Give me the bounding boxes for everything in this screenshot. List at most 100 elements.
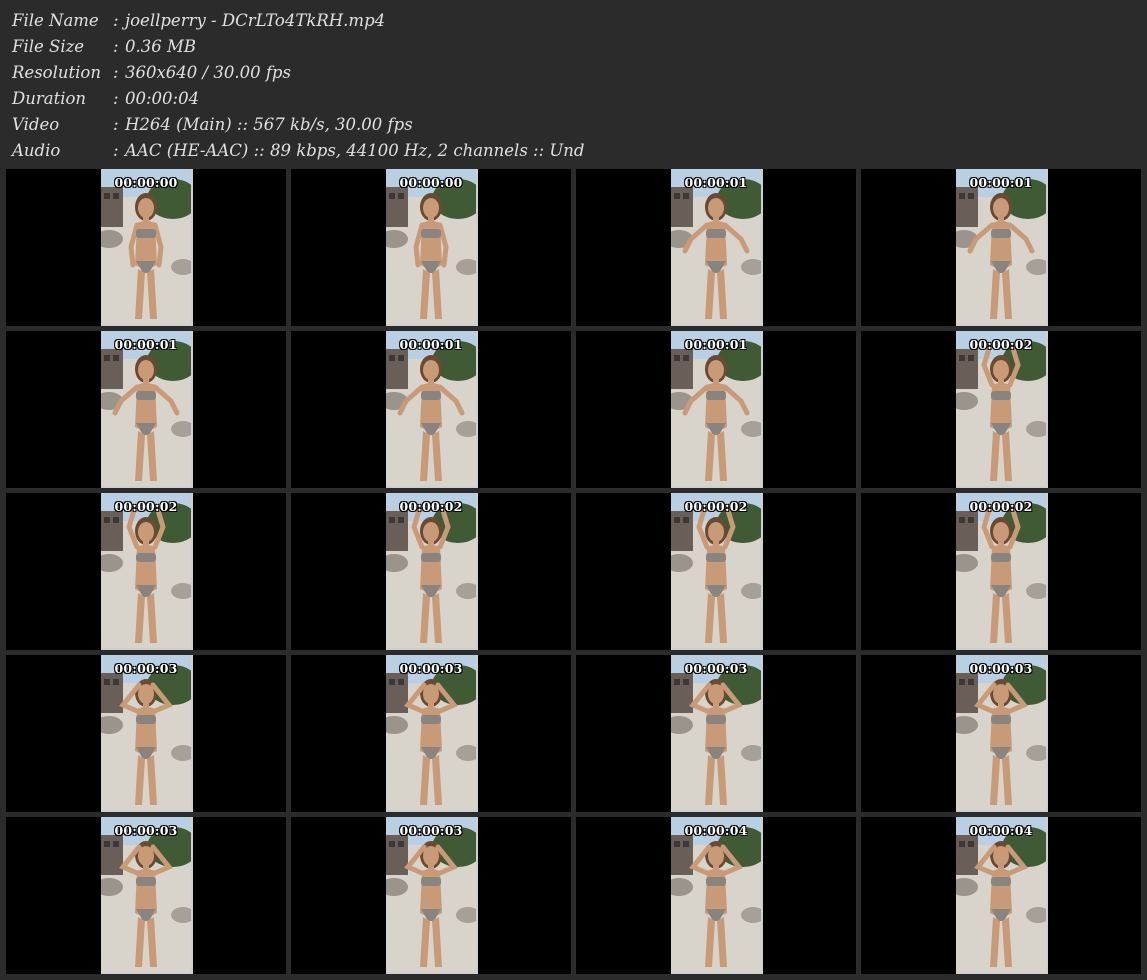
info-row-video: Video : H264 (Main) :: 567 kb/s, 30.00 f… — [12, 112, 585, 138]
frame-timestamp: 00:00:02 — [114, 499, 178, 514]
info-value: AAC (HE-AAC) :: 89 kbps, 44100 Hz, 2 cha… — [125, 141, 585, 160]
info-separator: : — [113, 63, 119, 82]
frame-image — [101, 817, 191, 972]
info-label: Audio — [12, 141, 61, 160]
thumbnail-cell: 00:00:03 — [291, 817, 571, 974]
thumbnail-cell: 00:00:04 — [576, 817, 856, 974]
frame-image — [386, 331, 476, 486]
frame-image — [956, 331, 1046, 486]
frame-timestamp: 00:00:02 — [969, 499, 1033, 514]
info-separator: : — [113, 141, 119, 160]
frame-image — [386, 817, 476, 972]
frame-timestamp: 00:00:03 — [114, 823, 178, 838]
frame-image — [956, 655, 1046, 810]
frame-thumbnail: 00:00:01 — [101, 331, 193, 488]
frame-timestamp: 00:00:01 — [684, 337, 748, 352]
frame-timestamp: 00:00:01 — [399, 337, 463, 352]
frame-thumbnail: 00:00:00 — [386, 169, 478, 326]
frame-timestamp: 00:00:01 — [114, 337, 178, 352]
frame-timestamp: 00:00:00 — [114, 175, 178, 190]
info-separator: : — [113, 37, 119, 56]
info-row-file-size: File Size : 0.36 MB — [12, 34, 585, 60]
info-separator: : — [113, 115, 119, 134]
info-value: 0.36 MB — [125, 37, 197, 56]
frame-thumbnail: 00:00:03 — [386, 817, 478, 974]
info-value: 00:00:04 — [125, 89, 200, 108]
frame-image — [671, 493, 761, 648]
frame-thumbnail: 00:00:01 — [386, 331, 478, 488]
frame-timestamp: 00:00:00 — [399, 175, 463, 190]
info-value: H264 (Main) :: 567 kb/s, 30.00 fps — [125, 115, 413, 134]
frame-thumbnail: 00:00:02 — [956, 331, 1048, 488]
info-separator: : — [113, 89, 119, 108]
thumbnail-cell: 00:00:03 — [576, 655, 856, 812]
thumbnail-cell: 00:00:02 — [6, 493, 286, 650]
frame-image — [101, 331, 191, 486]
frame-timestamp: 00:00:03 — [399, 823, 463, 838]
frame-image — [101, 493, 191, 648]
frame-image — [101, 169, 191, 324]
frame-timestamp: 00:00:03 — [114, 661, 178, 676]
frame-timestamp: 00:00:03 — [969, 661, 1033, 676]
frame-thumbnail: 00:00:02 — [671, 493, 763, 650]
thumbnail-cell: 00:00:03 — [291, 655, 571, 812]
info-label: Resolution — [12, 63, 101, 82]
frame-thumbnail: 00:00:01 — [956, 169, 1048, 326]
frame-timestamp: 00:00:02 — [399, 499, 463, 514]
frame-thumbnail: 00:00:02 — [956, 493, 1048, 650]
frame-thumbnail: 00:00:01 — [671, 169, 763, 326]
info-row-file-name: File Name : joellperry - DCrLTo4TkRH.mp4 — [12, 8, 585, 34]
thumbnail-cell: 00:00:00 — [6, 169, 286, 326]
frame-timestamp: 00:00:02 — [684, 499, 748, 514]
frame-thumbnail: 00:00:02 — [386, 493, 478, 650]
thumbnail-cell: 00:00:01 — [291, 331, 571, 488]
frame-timestamp: 00:00:01 — [684, 175, 748, 190]
thumbnail-cell: 00:00:03 — [6, 817, 286, 974]
thumbnail-cell: 00:00:02 — [576, 493, 856, 650]
frame-image — [671, 169, 761, 324]
info-value: 360x640 / 30.00 fps — [125, 63, 291, 82]
frame-thumbnail: 00:00:02 — [101, 493, 193, 650]
frame-image — [386, 169, 476, 324]
thumbnail-grid: 00:00:00 00:00:00 00:00:01 00:00:01 00:00:01… — [6, 169, 1141, 974]
thumbnail-cell: 00:00:02 — [861, 331, 1141, 488]
frame-thumbnail: 00:00:01 — [671, 331, 763, 488]
frame-image — [956, 493, 1046, 648]
frame-timestamp: 00:00:04 — [684, 823, 748, 838]
frame-image — [386, 493, 476, 648]
frame-thumbnail: 00:00:03 — [101, 817, 193, 974]
frame-image — [671, 655, 761, 810]
info-row-resolution: Resolution : 360x640 / 30.00 fps — [12, 60, 585, 86]
frame-thumbnail: 00:00:04 — [671, 817, 763, 974]
thumbnail-cell: 00:00:03 — [6, 655, 286, 812]
frame-thumbnail: 00:00:00 — [101, 169, 193, 326]
frame-image — [671, 331, 761, 486]
frame-thumbnail: 00:00:03 — [101, 655, 193, 812]
thumbnail-cell: 00:00:00 — [291, 169, 571, 326]
frame-image — [101, 655, 191, 810]
frame-image — [671, 817, 761, 972]
info-separator: : — [113, 11, 119, 30]
info-label: File Name — [12, 11, 99, 30]
thumbnail-cell: 00:00:01 — [576, 169, 856, 326]
info-label: Duration — [12, 89, 87, 108]
info-row-audio: Audio : AAC (HE-AAC) :: 89 kbps, 44100 H… — [12, 138, 585, 164]
thumbnail-cell: 00:00:01 — [861, 169, 1141, 326]
file-info-panel: File Name : joellperry - DCrLTo4TkRH.mp4… — [12, 8, 585, 164]
frame-thumbnail: 00:00:03 — [386, 655, 478, 812]
frame-thumbnail: 00:00:03 — [956, 655, 1048, 812]
thumbnail-cell: 00:00:01 — [576, 331, 856, 488]
thumbnail-cell: 00:00:04 — [861, 817, 1141, 974]
frame-image — [956, 169, 1046, 324]
frame-image — [386, 655, 476, 810]
frame-timestamp: 00:00:01 — [969, 175, 1033, 190]
frame-timestamp: 00:00:02 — [969, 337, 1033, 352]
thumbnail-cell: 00:00:03 — [861, 655, 1141, 812]
frame-thumbnail: 00:00:04 — [956, 817, 1048, 974]
info-row-duration: Duration : 00:00:04 — [12, 86, 585, 112]
frame-timestamp: 00:00:03 — [684, 661, 748, 676]
thumbnail-cell: 00:00:02 — [861, 493, 1141, 650]
info-label: File Size — [12, 37, 85, 56]
thumbnail-cell: 00:00:02 — [291, 493, 571, 650]
info-value: joellperry - DCrLTo4TkRH.mp4 — [125, 11, 386, 30]
